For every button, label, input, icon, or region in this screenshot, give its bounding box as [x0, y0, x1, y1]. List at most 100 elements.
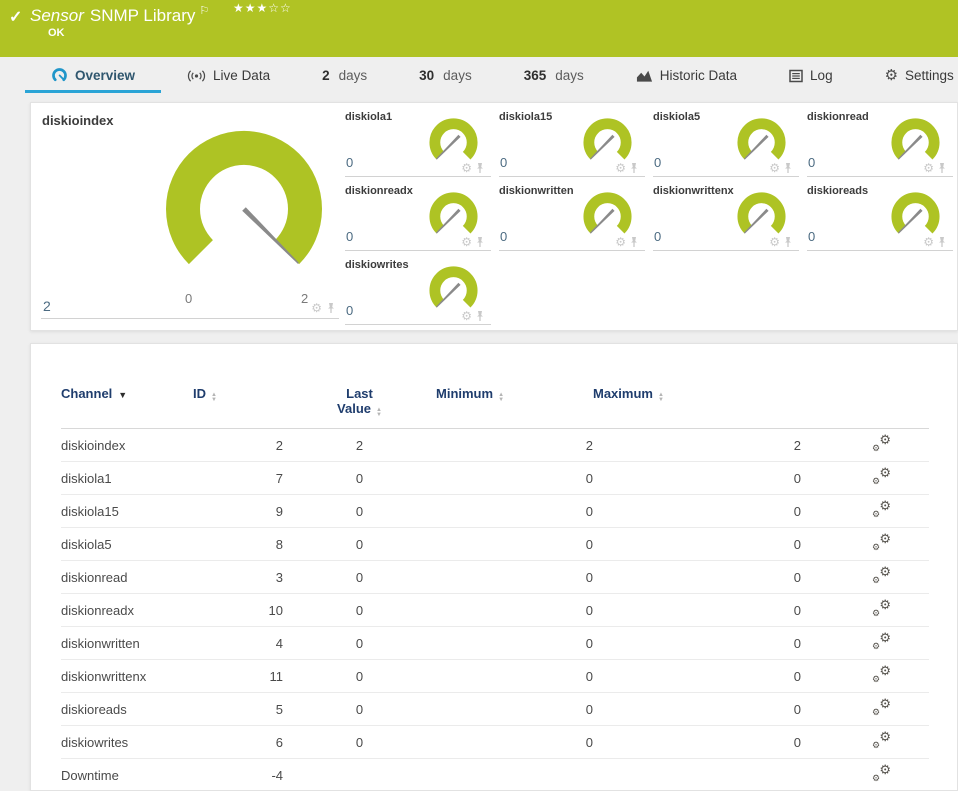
gauge-title: diskiowrites — [345, 259, 409, 271]
gauge-tile-diskionwritten[interactable]: diskionwritten 0 ⚙ — [499, 185, 645, 251]
pin-icon[interactable] — [783, 236, 793, 248]
cell-last-value: 0 — [283, 692, 436, 726]
tile-actions[interactable]: ⚙ — [769, 162, 793, 174]
pin-icon[interactable] — [937, 236, 947, 248]
pin-icon[interactable] — [783, 162, 793, 174]
channel-settings-gears-icon[interactable]: ⚙ ⚙ — [872, 696, 891, 717]
tile-actions[interactable]: ⚙ — [769, 236, 793, 248]
tab-365-days[interactable]: 365 days — [498, 60, 610, 93]
channel-settings-gears-icon[interactable]: ⚙ ⚙ — [872, 564, 891, 585]
cell-id: 5 — [193, 692, 283, 726]
log-icon — [789, 69, 803, 82]
gear-icon[interactable]: ⚙ — [461, 310, 472, 322]
tile-actions[interactable]: ⚙ — [923, 236, 947, 248]
table-row: Downtime -4 ⚙ ⚙ — [61, 758, 929, 790]
gear-icon[interactable]: ⚙ — [461, 162, 472, 174]
channel-settings-gears-icon[interactable]: ⚙ ⚙ — [872, 663, 891, 684]
gear-icon[interactable]: ⚙ — [615, 236, 626, 248]
gauges-panel: diskioindex 0 2 2 ⚙ diskiola1 0 ⚙ diskio… — [30, 102, 958, 331]
column-header-minimum[interactable]: Minimum ▲ ▼ — [436, 344, 593, 429]
sensor-title: Sensor SNMP Library ⚐ — [30, 4, 209, 26]
column-header-channel[interactable]: Channel ▼ — [61, 344, 193, 429]
pin-icon[interactable] — [937, 162, 947, 174]
cell-id: 4 — [193, 626, 283, 660]
gauge-value: 0 — [346, 303, 354, 318]
tab-2-days[interactable]: 2 days — [296, 60, 393, 93]
tab-settings[interactable]: ⚙ Settings — [859, 60, 958, 93]
channel-settings-gears-icon[interactable]: ⚙ ⚙ — [872, 630, 891, 651]
gear-icon[interactable]: ⚙ — [923, 236, 934, 248]
pin-icon[interactable] — [475, 310, 485, 322]
tab-overview[interactable]: Overview — [25, 60, 162, 93]
tab-live-data[interactable]: Live Data — [161, 60, 296, 93]
flag-icon[interactable]: ⚐ — [199, 5, 209, 17]
cell-minimum: 2 — [436, 428, 593, 462]
pin-icon[interactable] — [326, 302, 336, 314]
gauge-tile-diskiola15[interactable]: diskiola15 0 ⚙ — [499, 111, 645, 177]
gauge-tile-diskionread[interactable]: diskionread 0 ⚙ — [807, 111, 953, 177]
channel-settings-gears-icon[interactable]: ⚙ ⚙ — [872, 498, 891, 519]
tab-log[interactable]: Log — [763, 60, 859, 93]
gauge-tile-diskiola1[interactable]: diskiola1 0 ⚙ — [345, 111, 491, 177]
table-row: diskionwritten 4 0 0 0 ⚙ ⚙ — [61, 626, 929, 660]
tile-actions[interactable]: ⚙ — [461, 236, 485, 248]
stars-filled-icon[interactable]: ★★★ — [233, 1, 268, 15]
cell-channel: diskionread — [61, 560, 193, 594]
tile-actions[interactable]: ⚙ — [311, 302, 336, 314]
gauge-tile-diskiola5[interactable]: diskiola5 0 ⚙ — [653, 111, 799, 177]
gauge-title: diskionreadx — [345, 185, 413, 197]
tab-historic-data[interactable]: Historic Data — [610, 60, 763, 93]
cell-maximum: 0 — [593, 626, 801, 660]
gauge-value: 0 — [654, 229, 662, 244]
gauge-title: diskioindex — [42, 113, 114, 128]
channel-settings-gears-icon[interactable]: ⚙ ⚙ — [872, 762, 891, 783]
tab-unit: days — [443, 68, 472, 83]
channel-settings-gears-icon[interactable]: ⚙ ⚙ — [872, 729, 891, 750]
historic-chart-icon — [636, 70, 652, 82]
column-header-id[interactable]: ID ▲ ▼ — [193, 344, 283, 429]
tile-actions[interactable]: ⚙ — [461, 162, 485, 174]
channel-settings-gears-icon[interactable]: ⚙ ⚙ — [872, 432, 891, 453]
channel-settings-gears-icon[interactable]: ⚙ ⚙ — [872, 531, 891, 552]
cell-last-value: 0 — [283, 560, 436, 594]
pin-icon[interactable] — [475, 162, 485, 174]
gauge-tile-diskioindex[interactable]: diskioindex 0 2 2 ⚙ — [41, 111, 339, 319]
gear-icon[interactable]: ⚙ — [615, 162, 626, 174]
gauge-value: 0 — [808, 155, 816, 170]
column-header-maximum[interactable]: Maximum ▲ ▼ — [593, 344, 801, 429]
pin-icon[interactable] — [475, 236, 485, 248]
cell-maximum — [593, 758, 801, 790]
cell-channel: diskionwritten — [61, 626, 193, 660]
cell-last-value: 0 — [283, 659, 436, 693]
gear-icon: ⚙ — [884, 67, 899, 84]
stars-empty-icon[interactable]: ☆☆ — [268, 1, 292, 15]
gauge-tile-diskiowrites[interactable]: diskiowrites 0 ⚙ — [345, 259, 491, 325]
gear-icon[interactable]: ⚙ — [769, 236, 780, 248]
tile-actions[interactable]: ⚙ — [461, 310, 485, 322]
channel-settings-gears-icon[interactable]: ⚙ ⚙ — [872, 597, 891, 618]
gear-icon[interactable]: ⚙ — [769, 162, 780, 174]
channel-settings-gears-icon[interactable]: ⚙ ⚙ — [872, 465, 891, 486]
priority-stars[interactable]: ★★★☆☆ — [233, 1, 292, 15]
gauge-title: diskionwritten — [499, 185, 574, 197]
cell-actions: ⚙ ⚙ — [801, 593, 929, 627]
column-header-last-value[interactable]: Last Value ▲ ▼ — [283, 344, 436, 429]
cell-id: 9 — [193, 494, 283, 528]
cell-minimum: 0 — [436, 461, 593, 495]
tile-actions[interactable]: ⚙ — [923, 162, 947, 174]
gauge-tile-diskioreads[interactable]: diskioreads 0 ⚙ — [807, 185, 953, 251]
gauge-tile-diskionwrittenx[interactable]: diskionwrittenx 0 ⚙ — [653, 185, 799, 251]
pin-icon[interactable] — [629, 162, 639, 174]
tile-actions[interactable]: ⚙ — [615, 236, 639, 248]
gear-icon[interactable]: ⚙ — [311, 302, 322, 314]
cell-last-value: 0 — [283, 527, 436, 561]
gauge-value: 0 — [654, 155, 662, 170]
gear-icon[interactable]: ⚙ — [461, 236, 472, 248]
tab-30-days[interactable]: 30 days — [393, 60, 498, 93]
pin-icon[interactable] — [629, 236, 639, 248]
cell-channel: diskioreads — [61, 692, 193, 726]
gauge-tile-diskionreadx[interactable]: diskionreadx 0 ⚙ — [345, 185, 491, 251]
tile-actions[interactable]: ⚙ — [615, 162, 639, 174]
cell-channel: diskionreadx — [61, 593, 193, 627]
gear-icon[interactable]: ⚙ — [923, 162, 934, 174]
